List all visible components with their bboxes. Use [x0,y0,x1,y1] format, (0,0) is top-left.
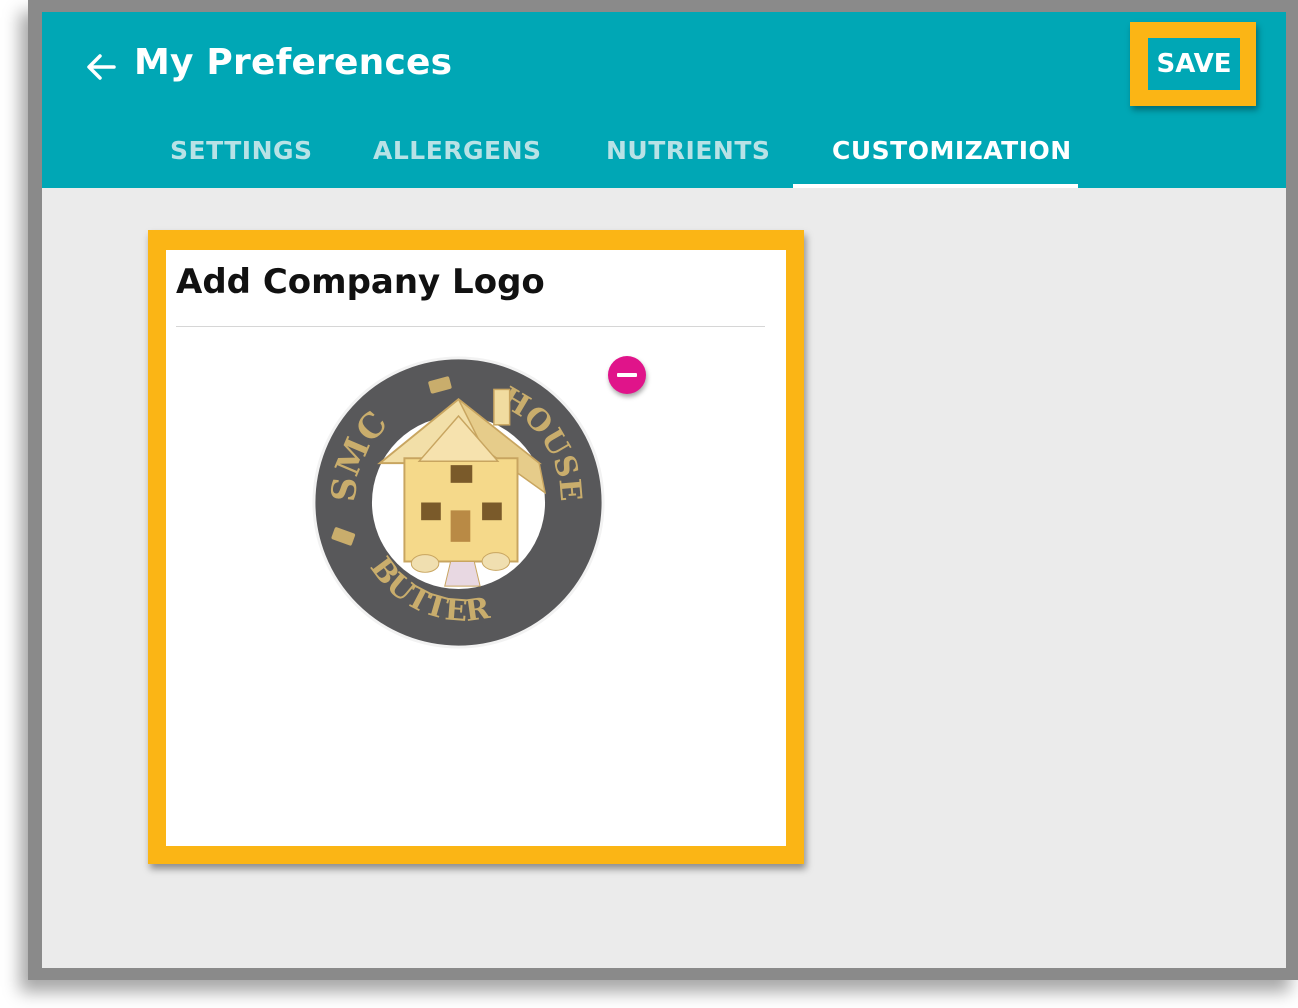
company-logo-card: Add Company Logo SMC HOUSE BUTTER [166,250,786,846]
tab-settings[interactable]: SETTINGS [170,136,313,165]
page-title: My Preferences [134,42,453,83]
app-bar: My Preferences SAVE SETTINGS ALLERGENS N… [42,12,1286,188]
preferences-screen: My Preferences SAVE SETTINGS ALLERGENS N… [42,12,1286,968]
card-divider [176,326,765,327]
card-title: Add Company Logo [176,262,545,302]
remove-logo-button[interactable] [608,356,646,394]
tab-nutrients[interactable]: NUTRIENTS [606,136,770,165]
arrow-left-icon[interactable] [84,50,118,84]
company-logo-image: SMC HOUSE BUTTER [312,356,605,649]
save-button[interactable]: SAVE [1148,38,1240,90]
tab-allergens[interactable]: ALLERGENS [373,136,542,165]
tab-customization[interactable]: CUSTOMIZATION [832,136,1072,165]
active-tab-indicator [793,184,1078,188]
